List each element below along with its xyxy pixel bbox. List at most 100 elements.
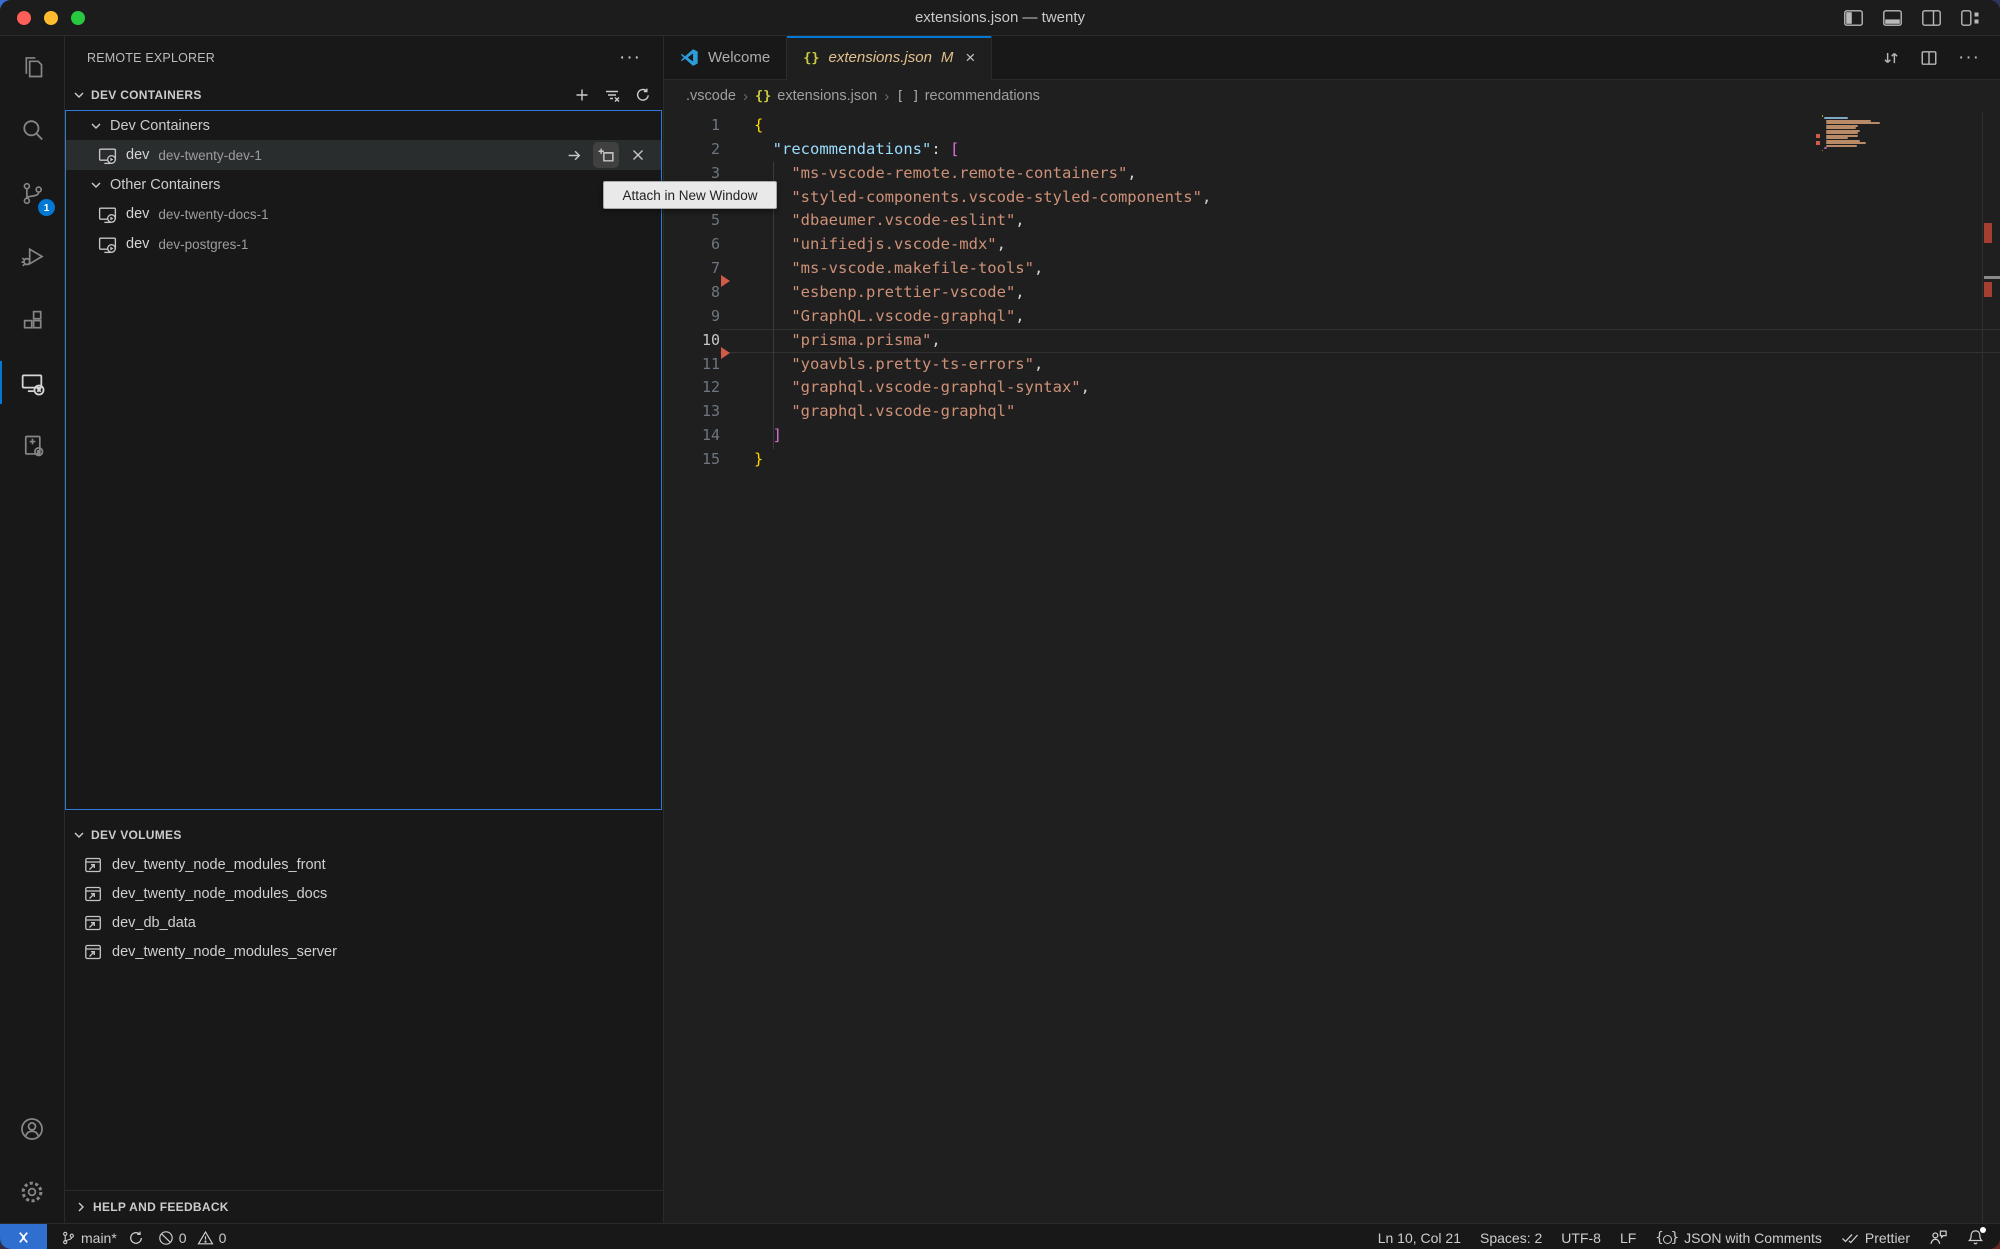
- attach-to-container-icon[interactable]: [561, 142, 587, 168]
- dev-volumes-section-header[interactable]: DEV VOLUMES: [65, 820, 663, 850]
- notifications-bell-icon[interactable]: [1967, 1229, 1984, 1246]
- line-number: 8: [664, 281, 720, 305]
- extensions-icon[interactable]: [0, 288, 64, 351]
- tab-welcome[interactable]: Welcome: [664, 36, 787, 79]
- code-line-10[interactable]: 10 "prisma.prisma",: [664, 329, 2000, 353]
- code-line-8[interactable]: 8 "esbenp.prettier-vscode",: [664, 281, 2000, 305]
- stop-container-icon[interactable]: [625, 142, 651, 168]
- dev-containers-section-header[interactable]: DEV CONTAINERS: [65, 80, 663, 110]
- overview-ruler-deleted-mark: [1984, 282, 1992, 297]
- line-number: 15: [664, 448, 720, 472]
- sidebar-title: REMOTE EXPLORER: [87, 51, 215, 65]
- code-editor[interactable]: 1{2 "recommendations": [3 "ms-vscode-rem…: [664, 112, 2000, 1223]
- settings-gear-icon[interactable]: [0, 1160, 64, 1223]
- close-window-button[interactable]: [17, 11, 31, 25]
- container-row-dev-postgres-1[interactable]: devdev-postgres-1: [66, 229, 661, 259]
- remote-explorer-icon[interactable]: [0, 351, 64, 414]
- toggle-primary-sidebar-icon[interactable]: [1844, 10, 1863, 26]
- search-icon[interactable]: [0, 99, 64, 162]
- volume-row-dev_twenty_node_modules_front[interactable]: dev_twenty_node_modules_front: [65, 850, 663, 879]
- volume-row-dev_db_data[interactable]: dev_db_data: [65, 908, 663, 937]
- code-line-3[interactable]: 3 "ms-vscode-remote.remote-containers",: [664, 162, 2000, 186]
- code-line-1[interactable]: 1{: [664, 114, 2000, 138]
- git-sync-icon[interactable]: [128, 1230, 144, 1246]
- cursor-position-status[interactable]: Ln 10, Col 21: [1378, 1230, 1461, 1246]
- git-branch-status[interactable]: main*: [61, 1230, 144, 1246]
- toggle-secondary-sidebar-icon[interactable]: [1922, 10, 1941, 26]
- explorer-icon[interactable]: [0, 36, 64, 99]
- breadcrumb-vscode[interactable]: .vscode: [686, 88, 736, 104]
- overview-ruler-border: [1982, 112, 1983, 1223]
- tooltip: Attach in New Window: [603, 181, 777, 209]
- sidebar-spacer: [65, 966, 663, 1190]
- activity-bar: 1: [0, 36, 65, 1223]
- sidebar-more-actions-icon[interactable]: ···: [619, 53, 641, 63]
- container-row-dev-twenty-dev-1[interactable]: devdev-twenty-dev-1: [66, 140, 661, 170]
- code-line-13[interactable]: 13 "graphql.vscode-graphql": [664, 400, 2000, 424]
- title-bar: extensions.json — twenty: [0, 0, 2000, 36]
- split-editor-icon[interactable]: [1920, 49, 1938, 67]
- volume-row-dev_twenty_node_modules_server[interactable]: dev_twenty_node_modules_server: [65, 937, 663, 966]
- code-line-6[interactable]: 6 "unifiedjs.vscode-mdx",: [664, 233, 2000, 257]
- dev-containers-section-actions: [574, 87, 651, 103]
- code-line-12[interactable]: 12 "graphql.vscode-graphql-syntax",: [664, 376, 2000, 400]
- line-number: 14: [664, 424, 720, 448]
- layout-controls: [1844, 10, 1980, 26]
- minimap-line: [1824, 117, 1848, 119]
- container-tools-icon[interactable]: [0, 414, 64, 477]
- language-brace-icon: {}: [1655, 1230, 1679, 1246]
- source-control-icon[interactable]: 1: [0, 162, 64, 225]
- errors-count: 0: [179, 1230, 187, 1246]
- deleted-lines-marker[interactable]: [721, 275, 730, 287]
- run-and-debug-icon[interactable]: [0, 225, 64, 288]
- deleted-lines-marker[interactable]: [721, 347, 730, 359]
- tree-group-other-containers[interactable]: Other Containers: [66, 170, 661, 199]
- add-container-icon[interactable]: [574, 87, 590, 103]
- code-line-15[interactable]: 15}: [664, 448, 2000, 472]
- formatter-status[interactable]: Prettier: [1841, 1230, 1910, 1246]
- minimize-window-button[interactable]: [44, 11, 58, 25]
- zoom-window-button[interactable]: [71, 11, 85, 25]
- accounts-icon[interactable]: [0, 1097, 64, 1160]
- refresh-icon[interactable]: [635, 87, 651, 103]
- code-line-7[interactable]: 7 "ms-vscode.makefile-tools",: [664, 257, 2000, 281]
- eol-status[interactable]: LF: [1620, 1230, 1636, 1246]
- minimap-deleted-mark: [1816, 141, 1820, 145]
- tab-extensions-json[interactable]: {} extensions.json M ×: [787, 36, 992, 80]
- attach-in-new-window-icon[interactable]: [593, 142, 619, 168]
- remote-indicator-button[interactable]: [0, 1224, 47, 1249]
- minimap[interactable]: [1822, 115, 1912, 152]
- tree-group-dev-containers[interactable]: Dev Containers: [66, 111, 661, 140]
- help-and-feedback-section-header[interactable]: HELP AND FEEDBACK: [65, 1190, 663, 1223]
- open-changes-icon[interactable]: [1882, 49, 1900, 67]
- code-line-14[interactable]: 14 ]: [664, 424, 2000, 448]
- volume-icon: [83, 855, 103, 875]
- status-bar-right: Ln 10, Col 21 Spaces: 2 UTF-8 LF {} JSON…: [1378, 1229, 2000, 1246]
- feedback-icon[interactable]: [1929, 1229, 1948, 1246]
- traffic-lights: [17, 11, 85, 25]
- code-line-4[interactable]: 4 "styled-components.vscode-styled-compo…: [664, 186, 2000, 210]
- volume-row-dev_twenty_node_modules_docs[interactable]: dev_twenty_node_modules_docs: [65, 879, 663, 908]
- encoding-status[interactable]: UTF-8: [1561, 1230, 1601, 1246]
- more-actions-icon[interactable]: ···: [1958, 54, 1980, 62]
- breadcrumb-extensions-json[interactable]: extensions.json: [777, 88, 877, 104]
- line-number: 1: [664, 114, 720, 138]
- line-number: 7: [664, 257, 720, 281]
- line-number: 5: [664, 209, 720, 233]
- code-line-2[interactable]: 2 "recommendations": [: [664, 138, 2000, 162]
- toggle-panel-icon[interactable]: [1883, 10, 1902, 26]
- close-tab-icon[interactable]: ×: [965, 48, 975, 68]
- chevron-down-icon: [88, 118, 104, 134]
- filter-icon[interactable]: [604, 87, 621, 103]
- code-line-11[interactable]: 11 "yoavbls.pretty-ts-errors",: [664, 353, 2000, 377]
- indentation-status[interactable]: Spaces: 2: [1480, 1230, 1542, 1246]
- problems-status[interactable]: 0 0: [158, 1230, 227, 1246]
- language-mode-status[interactable]: {} JSON with Comments: [1655, 1230, 1822, 1246]
- errors-icon: [158, 1230, 174, 1246]
- breadcrumb-recommendations[interactable]: recommendations: [925, 88, 1040, 104]
- chevron-down-icon: [71, 827, 87, 843]
- code-line-5[interactable]: 5 "dbaeumer.vscode-eslint",: [664, 209, 2000, 233]
- container-row-dev-twenty-docs-1[interactable]: devdev-twenty-docs-1: [66, 199, 661, 229]
- customize-layout-icon[interactable]: [1961, 10, 1980, 26]
- code-line-9[interactable]: 9 "GraphQL.vscode-graphql",: [664, 305, 2000, 329]
